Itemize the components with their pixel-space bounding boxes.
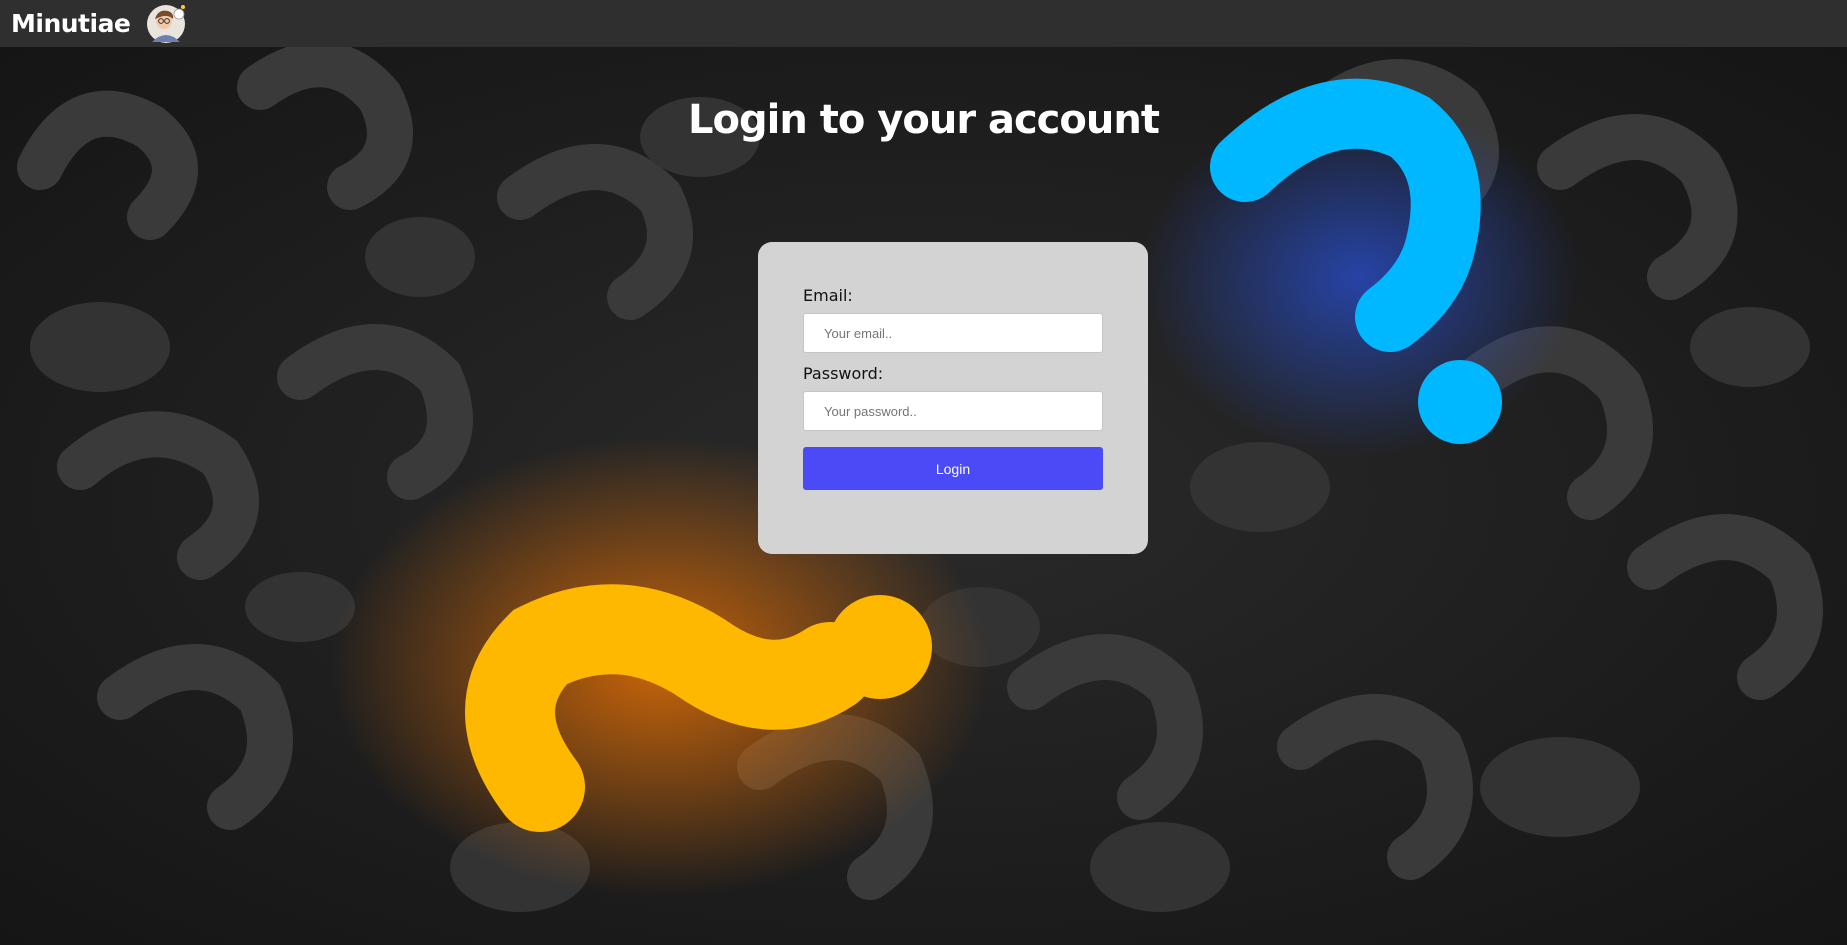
user-avatar-icon[interactable] xyxy=(146,4,186,44)
password-field[interactable] xyxy=(803,391,1103,431)
top-navbar: Minutiae xyxy=(0,0,1847,47)
email-field[interactable] xyxy=(803,313,1103,353)
email-label: Email: xyxy=(803,286,853,305)
login-form: Email: Password: Login xyxy=(758,242,1148,554)
page-title: Login to your account xyxy=(688,97,1160,143)
login-button[interactable]: Login xyxy=(803,447,1103,490)
hero-background: Login to your account Email: Password: L… xyxy=(0,47,1847,945)
brand-logo-text[interactable]: Minutiae xyxy=(11,9,131,38)
password-label: Password: xyxy=(803,364,884,383)
